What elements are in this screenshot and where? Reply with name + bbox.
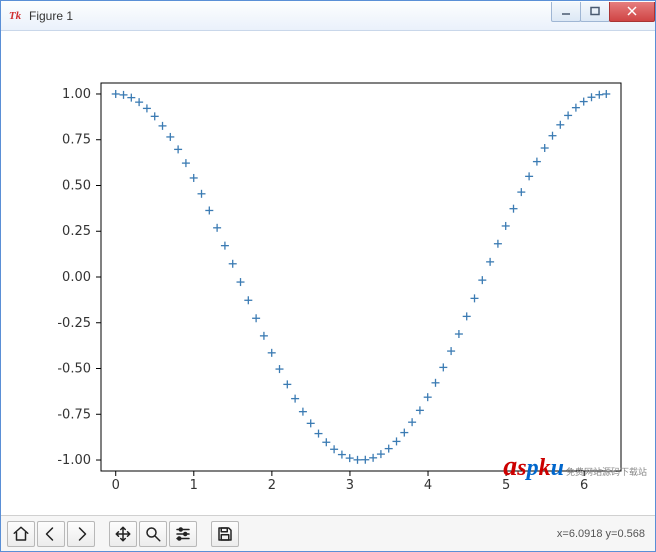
home-button[interactable] — [7, 521, 35, 547]
plot-area[interactable]: 0 1 2 3 4 5 6 -1.00 -0.75 -0.50 -0.25 0.00 0.25 0.50 0… — [1, 31, 655, 515]
svg-text:0.75: 0.75 — [62, 133, 91, 148]
titlebar[interactable]: Tk Figure 1 — [1, 1, 655, 31]
back-button[interactable] — [37, 521, 65, 547]
svg-text:0.50: 0.50 — [62, 178, 91, 193]
maximize-button[interactable] — [580, 2, 610, 22]
scatter-plot: 0 1 2 3 4 5 6 -1.00 -0.75 -0.50 -0.25 0.00 0.25 0.50 0… — [1, 31, 655, 515]
save-button[interactable] — [211, 521, 239, 547]
svg-text:0: 0 — [112, 478, 120, 493]
svg-text:1.00: 1.00 — [62, 87, 91, 102]
svg-text:1: 1 — [190, 478, 198, 493]
coordinate-readout: x=6.0918 y=0.568 — [557, 528, 645, 540]
figure-window: Tk Figure 1 0123456-1.00-0.75-0.50-0.250… — [0, 0, 656, 552]
matplotlib-toolbar: x=6.0918 y=0.568 — [1, 515, 655, 551]
pan-button[interactable] — [109, 521, 137, 547]
svg-text:0.00: 0.00 — [62, 270, 91, 285]
forward-button[interactable] — [67, 521, 95, 547]
svg-text:-1.00: -1.00 — [57, 453, 91, 468]
tk-icon: Tk — [7, 8, 23, 24]
window-title: Figure 1 — [29, 9, 552, 23]
window-controls — [552, 2, 655, 22]
svg-text:4: 4 — [424, 478, 432, 493]
svg-text:0.25: 0.25 — [62, 224, 91, 239]
close-button[interactable] — [609, 2, 655, 22]
svg-text:-0.25: -0.25 — [57, 316, 91, 331]
configure-subplots-button[interactable] — [169, 521, 197, 547]
zoom-button[interactable] — [139, 521, 167, 547]
svg-text:5: 5 — [502, 478, 510, 493]
minimize-button[interactable] — [551, 2, 581, 22]
svg-text:2: 2 — [268, 478, 276, 493]
svg-text:3: 3 — [346, 478, 354, 493]
svg-text:6: 6 — [580, 478, 588, 493]
svg-text:-0.75: -0.75 — [57, 407, 91, 422]
svg-text:-0.50: -0.50 — [57, 362, 91, 377]
